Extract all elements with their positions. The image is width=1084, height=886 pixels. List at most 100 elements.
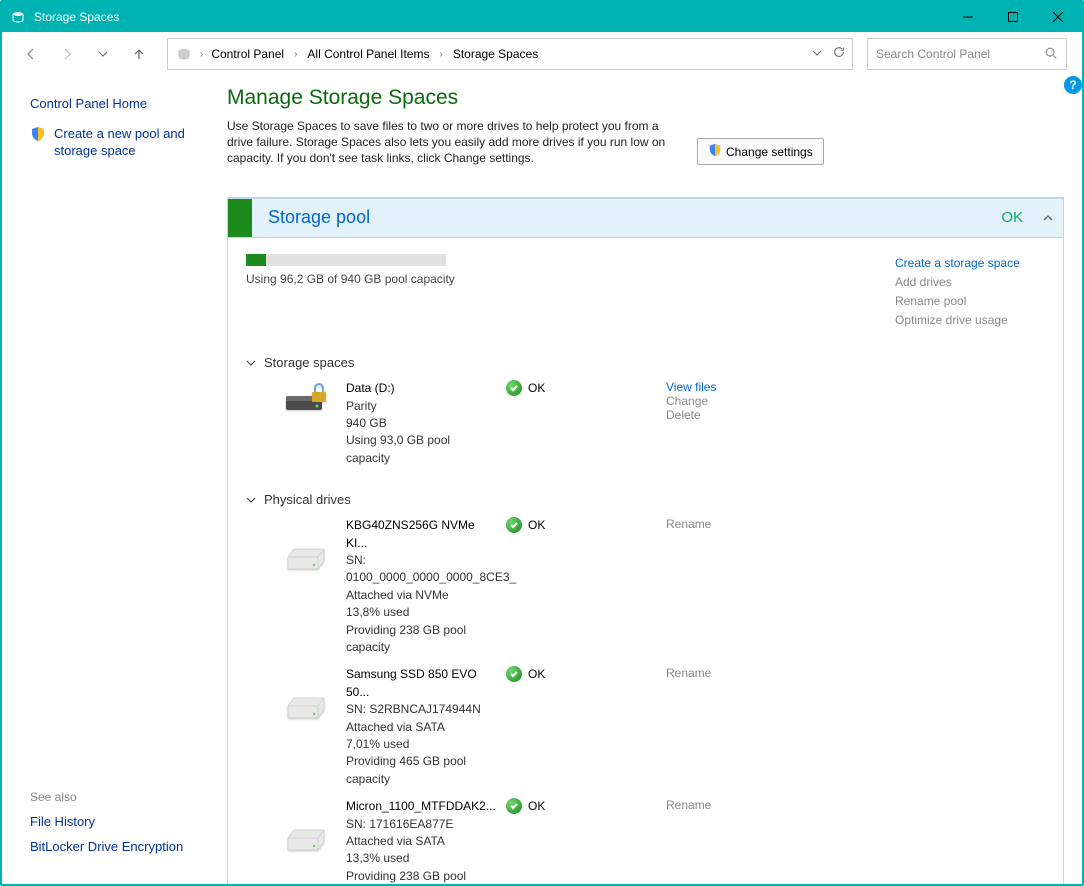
link-rename-pool: Rename pool: [895, 292, 1045, 311]
drive-attached: Attached via SATA: [346, 719, 496, 736]
ok-icon: [506, 380, 522, 396]
chevron-right-icon: ›: [200, 49, 203, 60]
pool-header[interactable]: Storage pool OK: [228, 198, 1063, 238]
drive-providing: Providing 465 GB pool capacity: [346, 753, 496, 788]
drive-sn-label: SN:: [346, 552, 496, 569]
window-title: Storage Spaces: [34, 10, 119, 24]
up-button[interactable]: [125, 40, 153, 68]
maximize-button[interactable]: [990, 2, 1035, 32]
forward-button[interactable]: [53, 40, 81, 68]
recent-dropdown[interactable]: [89, 40, 117, 68]
search-box[interactable]: [867, 38, 1067, 70]
change-settings-label: Change settings: [726, 145, 813, 159]
chevron-down-icon: [246, 358, 256, 368]
physical-drive-entry: KBG40ZNS256G NVMe KI... SN: 0100_0000_00…: [276, 517, 1045, 656]
link-add-drives: Add drives: [895, 273, 1045, 292]
ssd-icon: [276, 666, 336, 720]
space-name: Data (D:): [346, 380, 496, 397]
location-icon: [174, 46, 194, 62]
drive-attached: Attached via NVMe: [346, 587, 496, 604]
link-optimize: Optimize drive usage: [895, 311, 1045, 330]
chevron-down-icon: [246, 495, 256, 505]
sidebar-home[interactable]: Control Panel Home: [30, 96, 207, 111]
breadcrumb-item[interactable]: Control Panel: [209, 47, 286, 61]
section-label: Storage spaces: [264, 355, 354, 370]
status-text: OK: [528, 799, 545, 813]
ssd-icon: [276, 517, 336, 571]
pool-title: Storage pool: [268, 207, 370, 228]
drive-attached: Attached via SATA: [346, 833, 496, 850]
drive-sn: 0100_0000_0000_0000_8CE3_: [346, 569, 496, 586]
pool-usage-text: Using 96,2 GB of 940 GB pool capacity: [246, 272, 855, 286]
pool-status: OK: [1001, 209, 1033, 226]
storage-space-entry: Data (D:) Parity 940 GB Using 93,0 GB po…: [276, 380, 1045, 467]
ssd-icon: [276, 798, 336, 852]
toolbar: › Control Panel › All Control Panel Item…: [2, 32, 1082, 76]
search-input[interactable]: [876, 47, 1026, 61]
chevron-up-icon[interactable]: [1033, 212, 1063, 224]
refresh-button[interactable]: [832, 45, 846, 64]
title-bar: Storage Spaces: [2, 2, 1082, 32]
main-content: ? Manage Storage Spaces Use Storage Spac…: [217, 76, 1082, 884]
status-text: OK: [528, 667, 545, 681]
link-view-files[interactable]: View files: [666, 380, 816, 394]
shield-icon: [30, 126, 46, 168]
breadcrumb-item[interactable]: Storage Spaces: [451, 47, 540, 61]
link-create-space[interactable]: Create a storage space: [895, 254, 1045, 273]
sidebar: Control Panel Home Create a new pool and…: [2, 76, 217, 884]
back-button[interactable]: [17, 40, 45, 68]
ok-icon: [506, 666, 522, 682]
drive-sn-label: SN: 171616EA877E: [346, 816, 496, 833]
drive-used: 13,3% used: [346, 850, 496, 867]
link-rename-drive: Rename: [666, 798, 816, 812]
section-physical-drives[interactable]: Physical drives: [246, 492, 1045, 507]
chevron-right-icon: ›: [294, 49, 297, 60]
drive-used: 13,8% used: [346, 604, 496, 621]
pool-accent: [228, 199, 252, 237]
chevron-right-icon: ›: [439, 49, 442, 60]
space-type: Parity: [346, 398, 496, 415]
section-storage-spaces[interactable]: Storage spaces: [246, 355, 1045, 370]
ok-icon: [506, 798, 522, 814]
drive-providing: Providing 238 GB pool capacity: [346, 622, 496, 657]
change-settings-button[interactable]: Change settings: [697, 138, 824, 165]
close-button[interactable]: [1035, 2, 1080, 32]
drive-sn-label: SN: S2RBNCAJ174944N: [346, 701, 496, 718]
status-text: OK: [528, 381, 545, 395]
ok-icon: [506, 517, 522, 533]
address-bar[interactable]: › Control Panel › All Control Panel Item…: [167, 38, 853, 70]
drive-name: Micron_1100_MTFDDAK2...: [346, 798, 496, 815]
link-rename-drive: Rename: [666, 517, 816, 531]
link-delete: Delete: [666, 408, 816, 422]
minimize-button[interactable]: [945, 2, 990, 32]
storage-pool: Storage pool OK Using 96,2 GB of 940 GB …: [227, 197, 1064, 884]
physical-drive-entry: Samsung SSD 850 EVO 50... SN: S2RBNCAJ17…: [276, 666, 1045, 788]
pool-usage-bar: [246, 254, 446, 266]
pool-usage-fill: [246, 254, 266, 266]
breadcrumb: Control Panel › All Control Panel Items …: [209, 47, 540, 61]
see-also: See also File History BitLocker Drive En…: [30, 790, 183, 864]
space-usage: Using 93,0 GB pool capacity: [346, 432, 496, 467]
page-title: Manage Storage Spaces: [227, 86, 1064, 110]
app-icon: [10, 9, 26, 25]
shield-icon: [708, 143, 722, 160]
drive-name: KBG40ZNS256G NVMe KI...: [346, 517, 496, 552]
pool-actions: Create a storage space Add drives Rename…: [895, 254, 1045, 331]
help-icon[interactable]: ?: [1064, 76, 1082, 94]
space-size: 940 GB: [346, 415, 496, 432]
breadcrumb-item[interactable]: All Control Panel Items: [305, 47, 431, 61]
link-rename-drive: Rename: [666, 666, 816, 680]
link-file-history[interactable]: File History: [30, 814, 183, 829]
link-bitlocker[interactable]: BitLocker Drive Encryption: [30, 839, 183, 854]
sidebar-create-pool[interactable]: Create a new pool and storage space: [54, 126, 207, 160]
drive-used: 7,01% used: [346, 736, 496, 753]
status-text: OK: [528, 518, 545, 532]
drive-icon: [276, 380, 336, 418]
section-label: Physical drives: [264, 492, 351, 507]
link-change: Change: [666, 394, 816, 408]
intro-text: Use Storage Spaces to save files to two …: [227, 118, 667, 167]
search-icon[interactable]: [1044, 46, 1058, 63]
address-dropdown[interactable]: [812, 45, 822, 63]
physical-drive-entry: Micron_1100_MTFDDAK2... SN: 171616EA877E…: [276, 798, 1045, 884]
drive-providing: Providing 238 GB pool capacity: [346, 868, 496, 884]
